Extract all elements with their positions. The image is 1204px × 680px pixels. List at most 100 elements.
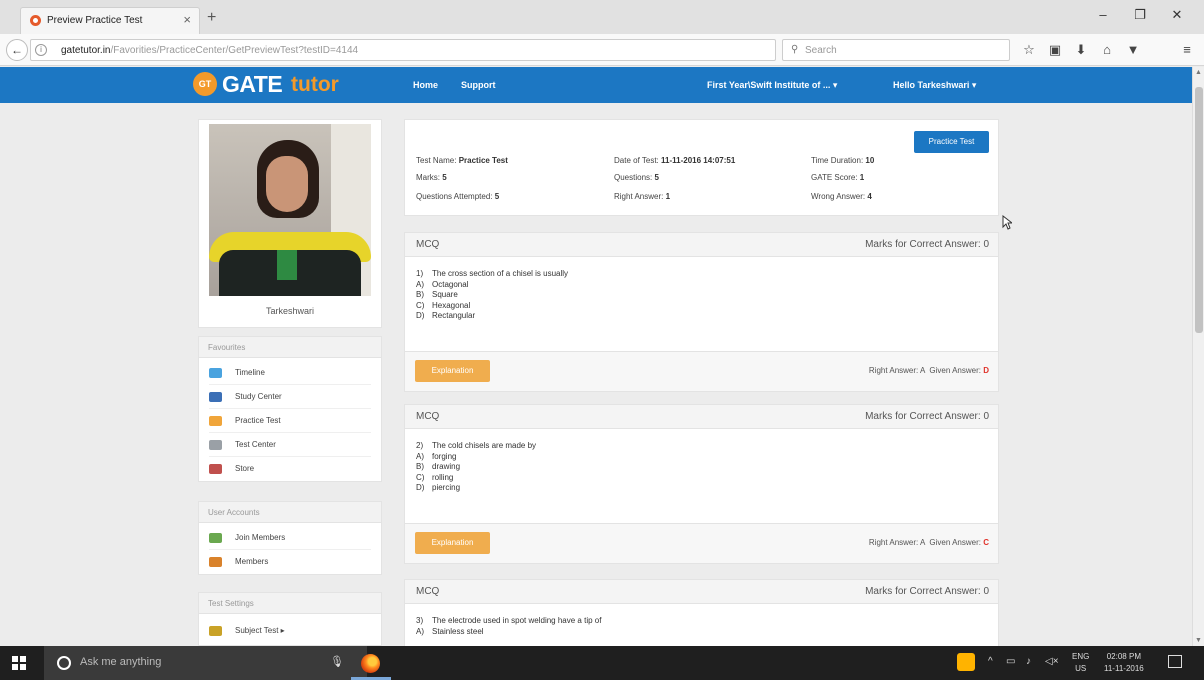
browser-tab-bar: Preview Practice Test × + ‒ ❐ ✕	[0, 0, 1204, 34]
sidebar-item-label: Join Members	[235, 533, 286, 542]
back-button[interactable]: ←	[6, 39, 28, 61]
sidebar-item-label: Study Center	[235, 392, 282, 401]
favourites-heading: Favourites	[199, 337, 381, 358]
question-card: MCQ Marks for Correct Answer: 0 2) The co…	[404, 404, 999, 564]
page-scrollbar-thumb[interactable]	[1195, 87, 1203, 333]
answer-line: Right Answer: A Given Answer: D	[868, 366, 989, 375]
profile-card: Tarkeshwari	[198, 119, 382, 328]
system-clock[interactable]: 02:08 PM 11-11-2016	[1104, 651, 1144, 675]
sidebar-item-subject-test[interactable]: Subject Test ▸	[209, 619, 371, 643]
answer-line: Right Answer: A Given Answer: C	[868, 538, 989, 547]
url-path: /Favorities/PracticeCenter/GetPreviewTes…	[110, 45, 359, 56]
address-bar[interactable]: i gatetutor.in/Favorities/PracticeCenter…	[30, 39, 793, 61]
scroll-down-icon[interactable]: ▼	[1195, 637, 1202, 644]
question-type: MCQ	[416, 239, 440, 250]
language-indicator[interactable]: ENG US	[1072, 651, 1089, 675]
explanation-button[interactable]: Explanation	[415, 532, 490, 554]
site-info-icon[interactable]: i	[35, 44, 47, 56]
mouse-cursor-icon	[1002, 215, 1012, 230]
volume-icon[interactable]: ◁×	[1045, 656, 1059, 667]
sidebar-item-timeline[interactable]: Timeline	[209, 361, 371, 385]
new-tab-button[interactable]: +	[207, 9, 216, 27]
tray-overflow-icon[interactable]: ^	[988, 656, 993, 667]
practice-test-icon	[209, 416, 222, 426]
sidebar-item-label: Store	[235, 464, 255, 473]
test-center-icon	[209, 440, 222, 450]
summary-time-duration: Time Duration: 10	[811, 156, 875, 165]
question-card: MCQ Marks for Correct Answer: 0 3) The el…	[404, 579, 999, 646]
option-a: A) forging	[416, 451, 457, 461]
question-type: MCQ	[416, 411, 440, 422]
option-a: A) Stainless steel	[416, 626, 484, 636]
nav-user-dropdown[interactable]: Hello Tarkeshwari ▾	[893, 80, 976, 91]
search-icon: ⚲	[791, 44, 799, 55]
summary-right-answer: Right Answer: 1	[614, 192, 671, 201]
members-icon	[209, 557, 222, 567]
question-header: MCQ Marks for Correct Answer: 0	[405, 405, 998, 429]
close-tab-icon[interactable]: ×	[183, 12, 191, 27]
summary-wrong-answer: Wrong Answer: 4	[811, 192, 872, 201]
minimize-icon[interactable]: ‒	[1088, 7, 1118, 22]
browser-tab[interactable]: Preview Practice Test ×	[20, 7, 200, 34]
sidebar-item-test-center[interactable]: Test Center	[209, 433, 371, 457]
sidebar-item-study-center[interactable]: Study Center	[209, 385, 371, 409]
user-accounts-panel: User Accounts Join Members Members	[198, 501, 382, 575]
summary-test-name: Test Name: Practice Test	[416, 156, 508, 165]
action-center-icon[interactable]	[1168, 655, 1182, 668]
logo-badge[interactable]: GT	[193, 72, 217, 96]
network-icon[interactable]: ♪	[1026, 656, 1031, 667]
menu-icon[interactable]: ≡	[1178, 42, 1196, 57]
browser-nav-bar: ← i gatetutor.in/Favorities/PracticeCent…	[0, 34, 1204, 66]
microphone-icon[interactable]: 🎙	[330, 655, 344, 668]
sidebar-item-practice-test[interactable]: Practice Test	[209, 409, 371, 433]
browser-search-placeholder: Search	[805, 45, 837, 56]
sidebar-item-members[interactable]: Members	[209, 550, 371, 574]
summary-date-of-test: Date of Test: 11-11-2016 14:07:51	[614, 156, 736, 165]
question-text: 2) The cold chisels are made by	[416, 441, 537, 450]
clock-date: 11-11-2016	[1104, 664, 1144, 673]
tray-app-icon[interactable]	[957, 653, 975, 671]
question-text: 1) The cross section of a chisel is usual…	[416, 269, 569, 278]
question-marks: Marks for Correct Answer: 0	[865, 411, 989, 422]
user-accounts-heading: User Accounts	[199, 502, 381, 523]
windows-taskbar: Ask me anything 🎙 ^ ▭ ♪ ◁× ENG US 02:08 …	[0, 646, 1204, 680]
download-icon[interactable]: ⬇	[1072, 42, 1090, 58]
sidebar-item-store[interactable]: Store	[209, 457, 371, 481]
question-marks: Marks for Correct Answer: 0	[865, 586, 989, 597]
profile-name: Tarkeshwari	[265, 306, 314, 316]
nav-institute-dropdown[interactable]: First Year\Swift Institute of ... ▾	[707, 80, 837, 91]
browser-search-input[interactable]: ⚲ Search	[782, 39, 1010, 61]
sidebar-item-join-members[interactable]: Join Members	[209, 526, 371, 550]
close-window-icon[interactable]: ✕	[1162, 7, 1192, 23]
maximize-icon[interactable]: ❐	[1125, 7, 1155, 23]
firefox-taskbar-icon[interactable]	[361, 654, 380, 673]
logo-tutor-text[interactable]: tutor	[291, 73, 339, 97]
question-body: 1) The cross section of a chisel is usual…	[405, 257, 998, 322]
sidebar-item-label: Practice Test	[235, 416, 281, 425]
battery-icon[interactable]: ▭	[1006, 656, 1015, 667]
practice-test-button[interactable]: Practice Test	[914, 131, 989, 153]
page-scrollbar[interactable]: ▲ ▼	[1192, 67, 1204, 646]
language-region: US	[1075, 664, 1087, 673]
logo-gate-text[interactable]: GATE	[222, 71, 283, 98]
question-text: 3) The electrode used in spot welding hav…	[416, 616, 602, 625]
nav-home-link[interactable]: Home	[413, 80, 438, 90]
option-a: A) Octagonal	[416, 279, 469, 289]
timeline-icon	[209, 368, 222, 378]
sidebar-item-label: Subject Test ▸	[235, 626, 285, 635]
explanation-button[interactable]: Explanation	[415, 360, 490, 382]
option-c: C) rolling	[416, 472, 454, 482]
cortana-search-input[interactable]: Ask me anything 🎙	[44, 646, 367, 680]
question-marks: Marks for Correct Answer: 0	[865, 239, 989, 250]
scroll-up-icon[interactable]: ▲	[1195, 69, 1202, 76]
home-icon[interactable]: ⌂	[1098, 42, 1116, 57]
windows-start-icon[interactable]	[12, 656, 26, 670]
question-header: MCQ Marks for Correct Answer: 0	[405, 580, 998, 604]
reading-list-icon[interactable]: ▣	[1046, 42, 1064, 58]
bookmark-star-icon[interactable]: ☆	[1020, 42, 1038, 58]
site-favicon-icon	[30, 15, 41, 26]
site-header: GT GATE tutor Home Support First Year\Sw…	[0, 67, 1192, 103]
question-header: MCQ Marks for Correct Answer: 0	[405, 233, 998, 257]
pocket-icon[interactable]: ▼	[1124, 42, 1142, 57]
nav-support-link[interactable]: Support	[461, 80, 496, 90]
